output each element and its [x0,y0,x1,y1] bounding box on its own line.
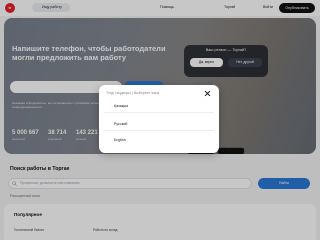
language-label: English [114,138,126,142]
language-modal: Тілді таңдаңыз | Выберите язык Қазақша Р… [99,85,219,153]
language-label: Русский [114,122,128,126]
modal-title: Тілді таңдаңыз | Выберите язык [106,91,160,95]
language-option-russian[interactable]: Русский [104,119,214,131]
close-icon[interactable] [204,90,211,97]
language-label: Қазақша [114,104,129,108]
language-option-english[interactable]: English [104,135,214,147]
language-option-kazakh[interactable]: Қазақша [104,101,214,113]
